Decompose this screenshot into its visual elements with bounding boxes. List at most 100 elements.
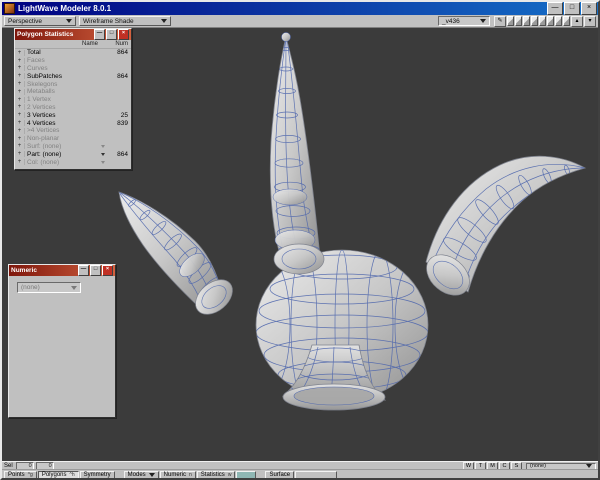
add-selection-button[interactable]: + [15,49,25,56]
stats-row-value: 864 [117,49,128,57]
points-mode-button[interactable]: Points ^g [4,470,37,479]
stats-row-label: 1 Vertex [27,96,51,104]
add-selection-button[interactable]: + [15,104,25,111]
numeric-tool-dropdown[interactable]: (none) [17,282,81,293]
modes-dropdown[interactable]: Modes [123,470,159,479]
dropdown-arrow-icon[interactable] [101,152,105,156]
stats-row-nonplanar[interactable]: + Non-planar [15,135,131,143]
polygons-shortcut: ^h [69,471,75,478]
numeric-panel-title: Numeric [11,267,38,274]
statistics-button[interactable]: Statistics w [196,470,236,479]
add-selection-button[interactable]: + [15,88,25,95]
layer-button[interactable] [563,16,570,26]
numeric-tool-label: (none) [21,284,40,291]
statistics-label: Statistics [200,471,225,478]
stats-row-metaballs[interactable]: + Metaballs [15,88,131,96]
utility-button[interactable] [236,470,257,479]
stats-row-label: Surf: (none) [27,142,62,150]
panel-maximize-button[interactable]: □ [106,29,117,40]
stats-row-4vertices[interactable]: + 4 Vertices 839 [15,119,131,127]
stats-row-label: 2 Vertices [27,103,56,111]
stats-row-surf[interactable]: + Surf: (none) [15,143,131,151]
layer-button[interactable] [523,16,530,26]
layer-button[interactable] [531,16,538,26]
stats-row-3vertices[interactable]: + 3 Vertices 25 [15,111,131,119]
close-button[interactable]: × [581,2,597,15]
stats-row-label: 4 Vertices [27,119,56,127]
chevron-down-icon [161,19,167,23]
add-selection-button[interactable]: + [15,96,25,103]
layer-button[interactable] [555,16,562,26]
add-selection-button[interactable]: + [15,151,25,158]
stats-row-faces[interactable]: + Faces [15,57,131,65]
stats-row-subpatches[interactable]: + SubPatches 864 [15,72,131,80]
object-name-label: _v436 [442,17,460,25]
chevron-down-icon [71,285,77,290]
panel-minimize-button[interactable]: — [78,265,89,276]
shade-mode-dropdown[interactable]: Wireframe Shade [79,16,171,26]
pen-icon[interactable]: ✎ [494,15,506,27]
stats-panel-title: Polygon Statistics [17,31,74,38]
dropdown-arrow-icon[interactable] [101,160,105,164]
add-selection-button[interactable]: + [15,73,25,80]
panel-minimize-button[interactable]: — [94,29,105,40]
numeric-panel-titlebar[interactable]: Numeric — □ × [9,265,115,276]
object-selector[interactable]: _v436 [438,16,490,26]
stats-row-col[interactable]: + Col: (none) [15,158,131,166]
app-icon [4,3,15,14]
dropdown-arrow-icon[interactable] [101,144,105,148]
view-mode-dropdown[interactable]: Perspective [4,16,76,26]
add-selection-button[interactable]: + [15,127,25,134]
polygons-label: Polygons [41,471,67,478]
stats-row-2vertices[interactable]: + 2 Vertices [15,104,131,112]
chevron-down-icon [586,464,592,468]
statistics-shortcut: w [227,471,232,478]
title-bar[interactable]: LightWave Modeler 8.0.1 — □ × [2,2,598,15]
add-selection-button[interactable]: + [15,135,25,142]
layer-button[interactable] [507,16,514,26]
add-selection-button[interactable]: + [15,57,25,64]
minimize-button[interactable]: — [547,2,563,15]
points-shortcut: ^g [27,471,33,478]
symmetry-button[interactable]: Symmetry [79,470,115,479]
stats-row-label: Total [27,49,41,57]
stats-panel-titlebar[interactable]: Polygon Statistics — □ × [15,29,131,40]
stats-row-skelegons[interactable]: + Skelegons [15,80,131,88]
add-selection-button[interactable]: + [15,65,25,72]
stats-row-label: Non-planar [27,135,60,143]
modes-label: Modes [127,471,146,478]
stats-row-curves[interactable]: + Curves [15,65,131,73]
maximize-button[interactable]: □ [564,2,580,15]
numeric-button[interactable]: Numeric n [159,470,196,479]
add-selection-button[interactable]: + [15,81,25,88]
stats-row-label: Metaballs [27,88,55,96]
add-selection-button[interactable]: + [15,112,25,119]
stats-row-gt4vertices[interactable]: + >4 Vertices [15,127,131,135]
polygons-mode-button[interactable]: Polygons ^h [37,470,79,479]
add-selection-button[interactable]: + [15,120,25,127]
stats-row-label: >4 Vertices [27,127,60,135]
stats-row-total[interactable]: + Total 864 [15,49,131,57]
panel-maximize-button[interactable]: □ [90,265,101,276]
panel-close-button[interactable]: × [118,29,129,40]
add-selection-button[interactable]: + [15,143,25,150]
stats-header: Name Num [15,40,131,49]
window-title: LightWave Modeler 8.0.1 [18,4,112,13]
surface-label: Surface [269,471,291,478]
layer-up-icon[interactable]: ▴ [571,15,583,27]
bottom-toolbar: Points ^g Polygons ^h Symmetry Modes Num… [2,469,598,479]
stats-row-part[interactable]: + Part: (none) 864 [15,150,131,158]
layer-button[interactable] [547,16,554,26]
stats-row-label: SubPatches [27,72,63,80]
stats-row-1vertex[interactable]: + 1 Vertex [15,96,131,104]
stats-col-num: Num [115,41,128,47]
layer-button[interactable] [515,16,522,26]
shade-mode-label: Wireframe Shade [83,17,134,25]
add-selection-button[interactable]: + [15,159,25,166]
panel-close-button[interactable]: × [102,265,113,276]
surface-button[interactable]: Surface [265,470,295,479]
layer-button[interactable] [539,16,546,26]
layer-down-icon[interactable]: ▾ [584,15,596,27]
stats-row-value: 25 [120,111,128,119]
numeric-label: Numeric [163,471,187,478]
